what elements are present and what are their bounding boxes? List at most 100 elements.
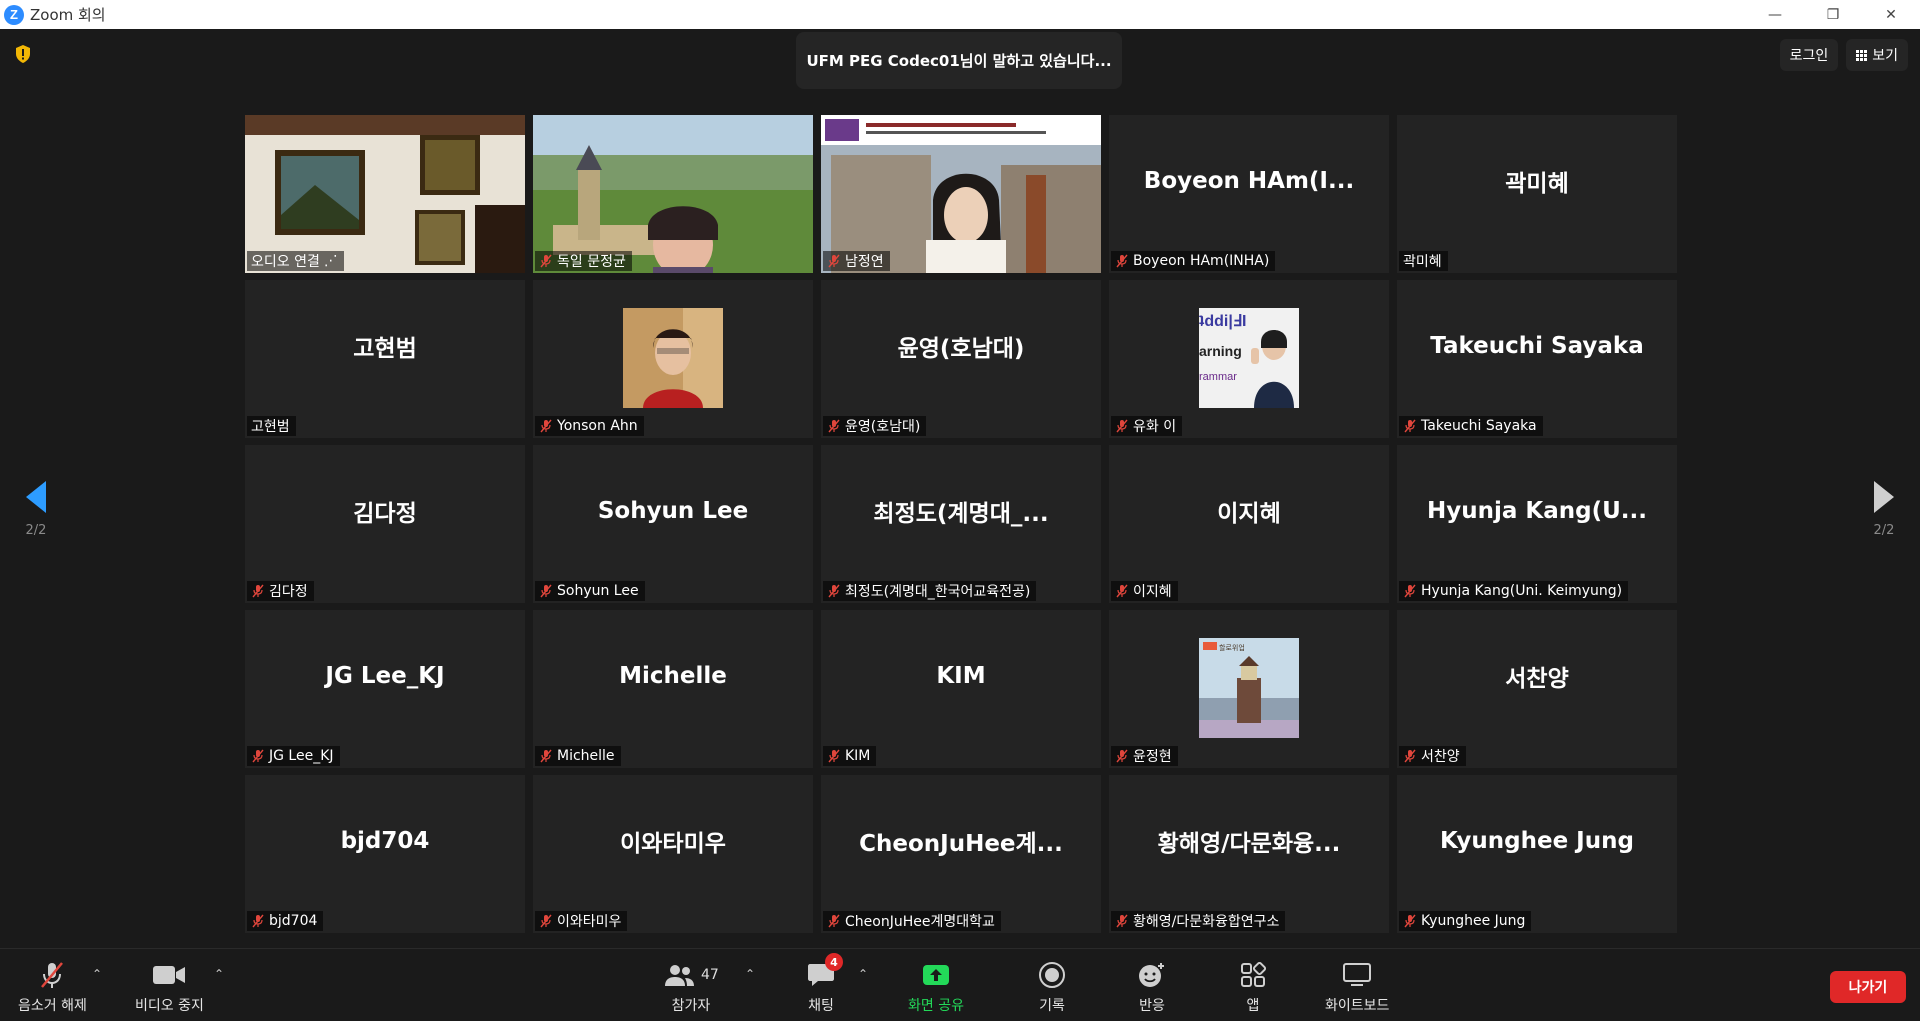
reactions-button[interactable]: 반응 — [1137, 959, 1167, 1015]
microphone-muted-icon — [1116, 584, 1128, 598]
participant-name: 이지혜 — [1133, 584, 1172, 600]
active-speaker-banner: UFM PEG Codec01님이 말하고 있습니다... — [796, 32, 1122, 89]
participant-name-label: 윤정현 — [1111, 746, 1178, 766]
participant-tile[interactable]: 할로위업 윤정현 — [1109, 610, 1389, 768]
stop-video-label: 비디오 중지 — [135, 998, 204, 1014]
svg-text:rammar: rammar — [1199, 371, 1237, 383]
top-right-controls: 로그인 보기 — [1779, 39, 1908, 71]
participant-tile[interactable]: Yonson Ahn — [533, 280, 813, 438]
participant-name-label: 황해영/다문화융합연구소 — [1111, 911, 1286, 931]
microphone-muted-icon — [41, 962, 64, 988]
participant-display-name: 고현범 — [353, 336, 417, 362]
participant-tile[interactable]: Kyunghee Jung Kyunghee Jung — [1397, 775, 1677, 933]
participant-name: 독일 문정균 — [557, 254, 626, 270]
participant-tile[interactable]: KIM KIM — [821, 610, 1101, 768]
participant-tile[interactable]: Takeuchi Sayaka Takeuchi Sayaka — [1397, 280, 1677, 438]
window-title: Zoom 회의 — [30, 6, 106, 24]
participant-tile[interactable]: ʇddi|ℲI arning rammar 유화 이 — [1109, 280, 1389, 438]
login-button[interactable]: 로그인 — [1779, 39, 1839, 71]
participant-display-name: 윤영(호남대) — [897, 336, 1025, 362]
participant-tile[interactable]: 남정연 — [821, 115, 1101, 273]
microphone-muted-icon — [828, 914, 840, 928]
profile-photo: ʇddi|ℲI arning rammar — [1199, 308, 1299, 408]
participant-name-label: 이지혜 — [1111, 581, 1178, 601]
video-options-chevron-up-icon[interactable]: ⌃ — [214, 967, 224, 981]
participant-name: 김다정 — [269, 584, 308, 600]
microphone-muted-icon — [1404, 584, 1416, 598]
next-page-button[interactable]: 2/2 — [1848, 479, 1920, 609]
title-bar: Z Zoom 회의 — ❐ ✕ — [0, 0, 1920, 29]
participant-name: Kyunghee Jung — [1421, 913, 1526, 929]
participant-tile[interactable]: JG Lee_KJ JG Lee_KJ — [245, 610, 525, 768]
participant-tile[interactable]: 곽미혜 곽미혜 — [1397, 115, 1677, 273]
participant-tile[interactable]: 윤영(호남대) 윤영(호남대) — [821, 280, 1101, 438]
participant-tile[interactable]: Michelle Michelle — [533, 610, 813, 768]
chat-label: 채팅 — [808, 998, 834, 1014]
participant-name-label: 윤영(호남대) — [823, 416, 927, 436]
participant-tile[interactable]: 황해영/다문화융... 황해영/다문화융합연구소 — [1109, 775, 1389, 933]
participant-tile[interactable]: CheonJuHee계... CheonJuHee계명대학교 — [821, 775, 1101, 933]
microphone-muted-icon — [1116, 419, 1128, 433]
microphone-muted-icon — [828, 749, 840, 763]
view-button[interactable]: 보기 — [1846, 39, 1908, 71]
participants-label: 참가자 — [671, 998, 711, 1014]
participant-tile[interactable]: 오디오 연결 ⋰ — [245, 115, 525, 273]
microphone-muted-icon — [1116, 749, 1128, 763]
participants-count: 47 — [701, 967, 719, 983]
participant-tile[interactable]: Boyeon HAm(I... Boyeon HAm(INHA) — [1109, 115, 1389, 273]
security-shield-icon[interactable] — [14, 44, 32, 64]
microphone-muted-icon — [828, 254, 840, 268]
participants-icon — [665, 965, 694, 986]
minimize-button[interactable]: — — [1746, 0, 1804, 29]
microphone-muted-icon — [828, 419, 840, 433]
stop-video-button[interactable]: 비디오 중지 — [135, 959, 204, 1015]
participant-name: Takeuchi Sayaka — [1421, 418, 1537, 434]
participant-name: Michelle — [557, 748, 615, 764]
participant-tile[interactable]: bjd704 bjd704 — [245, 775, 525, 933]
apps-button[interactable]: 앱 — [1240, 959, 1266, 1015]
participant-tile[interactable]: Hyunja Kang(U... Hyunja Kang(Uni. Keimyun… — [1397, 445, 1677, 603]
participant-display-name: Kyunghee Jung — [1440, 828, 1634, 854]
close-button[interactable]: ✕ — [1862, 0, 1920, 29]
profile-photo — [623, 308, 723, 408]
participant-name-label: 독일 문정균 — [535, 251, 632, 271]
microphone-muted-icon — [1116, 914, 1128, 928]
participant-display-name: 김다정 — [353, 501, 417, 527]
participants-button[interactable]: 47 참가자 — [663, 959, 719, 1015]
participants-options-chevron-up-icon[interactable]: ⌃ — [745, 967, 755, 981]
chat-button[interactable]: 4 채팅 — [807, 953, 843, 1015]
participant-tile[interactable]: 이와타미우 이와타미우 — [533, 775, 813, 933]
participant-name: JG Lee_KJ — [269, 748, 334, 764]
participant-name: 윤정현 — [1133, 749, 1172, 765]
microphone-muted-icon — [1116, 254, 1128, 268]
unmute-label: 음소거 해제 — [18, 998, 87, 1014]
participant-tile[interactable]: 최정도(계명대_... 최정도(계명대_한국어교육전공) — [821, 445, 1101, 603]
share-screen-button[interactable]: 화면 공유 — [908, 959, 964, 1015]
participant-tile[interactable]: 김다정 김다정 — [245, 445, 525, 603]
chat-options-chevron-up-icon[interactable]: ⌃ — [858, 967, 868, 981]
leave-button[interactable]: 나가기 — [1830, 971, 1906, 1003]
participant-name: KIM — [845, 748, 871, 764]
participant-display-name: Sohyun Lee — [597, 498, 749, 524]
connecting-dots-icon: ⋰ — [323, 253, 338, 269]
video-camera-icon — [153, 966, 186, 984]
participant-name-label: 오디오 연결 ⋰ — [247, 251, 344, 271]
audio-options-chevron-up-icon[interactable]: ⌃ — [92, 967, 102, 981]
participant-tile[interactable]: 이지혜 이지혜 — [1109, 445, 1389, 603]
participant-name: 윤영(호남대) — [845, 419, 921, 435]
participant-tile[interactable]: 독일 문정균 — [533, 115, 813, 273]
whiteboard-button[interactable]: 화이트보드 — [1325, 959, 1389, 1015]
restore-button[interactable]: ❐ — [1804, 0, 1862, 29]
whiteboard-label: 화이트보드 — [1325, 998, 1390, 1014]
participant-name: Sohyun Lee — [557, 583, 639, 599]
participant-name: 최정도(계명대_한국어교육전공) — [845, 584, 1031, 600]
participant-name: CheonJuHee계명대학교 — [845, 914, 995, 930]
video-feed-room — [245, 115, 525, 273]
participant-tile[interactable]: Sohyun Lee Sohyun Lee — [533, 445, 813, 603]
previous-page-button[interactable]: 2/2 — [0, 479, 72, 609]
unmute-button[interactable]: 음소거 해제 — [18, 959, 87, 1015]
participant-tile[interactable]: 서찬양 서찬양 — [1397, 610, 1677, 768]
arrow-right-icon — [1874, 481, 1894, 513]
participant-tile[interactable]: 고현범 고현범 — [245, 280, 525, 438]
record-button[interactable]: 기록 — [1038, 959, 1066, 1015]
